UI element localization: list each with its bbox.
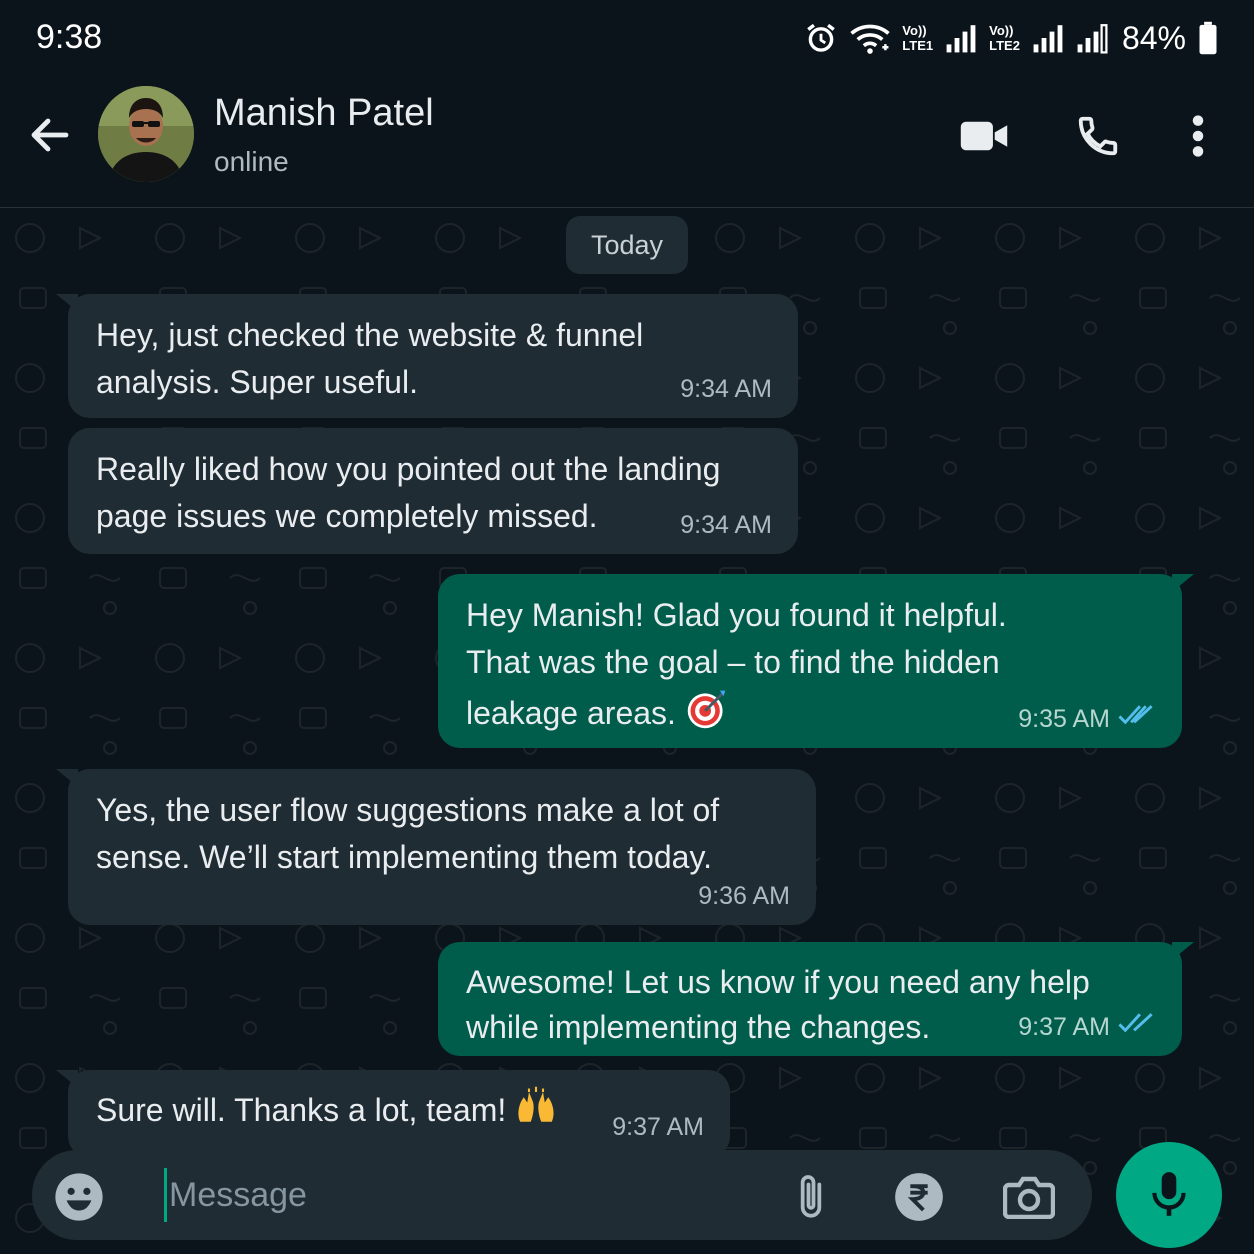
battery-percent: 84% bbox=[1121, 19, 1186, 56]
double-check-icon bbox=[1118, 1009, 1156, 1046]
wifi-icon bbox=[850, 21, 890, 55]
more-vert-icon[interactable] bbox=[1170, 112, 1226, 160]
message-text: Yes, the user flow suggestions make a lo… bbox=[96, 792, 720, 876]
battery-icon bbox=[1198, 21, 1218, 55]
signal-icon bbox=[1032, 22, 1064, 54]
message-meta: 9:37 AM bbox=[612, 1109, 704, 1146]
message-time: 9:37 AM bbox=[1018, 1013, 1110, 1041]
raising-hands-emoji bbox=[515, 1086, 557, 1139]
message-bubble-incoming[interactable]: Hey, just checked the website & funnel a… bbox=[56, 294, 798, 418]
avatar[interactable] bbox=[98, 86, 194, 182]
message-bubble-incoming[interactable]: Really liked how you pointed out the lan… bbox=[68, 428, 798, 554]
mic-icon[interactable] bbox=[1116, 1142, 1222, 1248]
message-bubble-incoming[interactable]: Yes, the user flow suggestions make a lo… bbox=[56, 769, 816, 925]
chat-area[interactable]: Today Hey, just checked the website & fu… bbox=[0, 208, 1254, 1254]
message-text: Hey Manish! Glad you found it helpful. T… bbox=[466, 597, 1007, 731]
attach-icon[interactable] bbox=[782, 1168, 840, 1226]
message-text: Sure will. Thanks a lot, team! bbox=[96, 1092, 507, 1129]
message-meta: 9:34 AM bbox=[680, 507, 772, 544]
status-clock: 9:38 bbox=[36, 18, 103, 56]
message-meta: 9:36 AM bbox=[698, 878, 790, 915]
back-arrow-icon[interactable] bbox=[26, 111, 74, 159]
message-meta: 9:35 AM bbox=[1018, 701, 1156, 738]
phone-icon[interactable] bbox=[1070, 112, 1126, 160]
alarm-icon bbox=[804, 21, 838, 55]
rupee-icon[interactable] bbox=[890, 1168, 948, 1226]
status-bar: 9:38 Vo)) LTE1 Vo)) LTE2 84% bbox=[0, 0, 1254, 76]
sim1-volte-label: Vo)) LTE1 bbox=[902, 23, 934, 53]
status-icons: Vo)) LTE1 Vo)) LTE2 84% bbox=[804, 18, 1218, 58]
message-time: 9:34 AM bbox=[680, 375, 772, 403]
message-time: 9:34 AM bbox=[680, 511, 772, 539]
message-bubble-outgoing[interactable]: Awesome! Let us know if you need any hel… bbox=[438, 942, 1194, 1056]
message-bubble-outgoing[interactable]: Hey Manish! Glad you found it helpful. T… bbox=[438, 574, 1194, 748]
signal-icon bbox=[1076, 22, 1108, 54]
message-time: 9:36 AM bbox=[698, 882, 790, 910]
sim2-volte-label: Vo)) LTE2 bbox=[989, 23, 1020, 53]
chat-header: Manish Patel online bbox=[0, 76, 1254, 208]
message-text: Really liked how you pointed out the lan… bbox=[96, 451, 721, 535]
emoji-icon[interactable] bbox=[52, 1170, 106, 1224]
contact-name[interactable]: Manish Patel bbox=[214, 92, 434, 135]
message-time: 9:37 AM bbox=[612, 1113, 704, 1141]
message-input[interactable] bbox=[164, 1168, 764, 1222]
message-meta: 9:34 AM bbox=[680, 371, 772, 408]
message-meta: 9:37 AM bbox=[1018, 1009, 1156, 1046]
message-text: Hey, just checked the website & funnel a… bbox=[96, 317, 644, 401]
video-call-icon[interactable] bbox=[956, 112, 1012, 160]
double-check-icon bbox=[1118, 701, 1156, 738]
signal-icon bbox=[945, 22, 977, 54]
message-time: 9:35 AM bbox=[1018, 705, 1110, 733]
contact-status: online bbox=[214, 146, 289, 177]
message-composer bbox=[32, 1150, 1092, 1240]
message-bubble-incoming[interactable]: Sure will. Thanks a lot, team! 9:37 AM bbox=[56, 1070, 730, 1158]
date-chip: Today bbox=[566, 216, 688, 274]
direct-hit-emoji bbox=[685, 687, 729, 744]
camera-icon[interactable] bbox=[1000, 1168, 1058, 1226]
message-content: Sure will. Thanks a lot, team! bbox=[96, 1086, 702, 1139]
